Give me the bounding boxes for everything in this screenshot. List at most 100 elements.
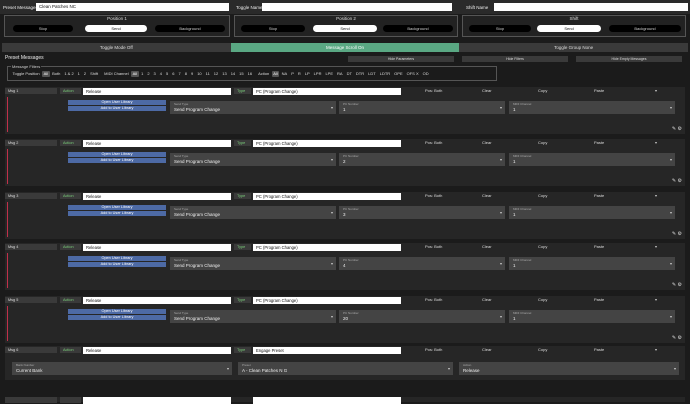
copy-button[interactable]: Copy bbox=[538, 244, 547, 250]
add-to-user-library-button[interactable]: Add to User Library bbox=[68, 106, 166, 111]
position-select[interactable]: Pos: Both bbox=[425, 193, 442, 199]
shift-name-field[interactable] bbox=[494, 3, 688, 11]
hide-filters-button[interactable]: Hide Filters bbox=[462, 56, 568, 62]
pencil-icon[interactable]: ✎ bbox=[672, 282, 676, 288]
chevron-down-icon[interactable]: ▾ bbox=[655, 193, 657, 199]
midi-channel-chip[interactable]: 10 bbox=[196, 71, 203, 77]
paste-button[interactable]: Paste bbox=[594, 297, 604, 303]
paste-button[interactable]: Paste bbox=[594, 88, 604, 94]
pencil-icon[interactable]: ✎ bbox=[672, 335, 676, 341]
copy-button[interactable]: Copy bbox=[538, 347, 547, 353]
copy-button[interactable]: Copy bbox=[538, 297, 547, 303]
pc-number-dropdown[interactable]: PC Number 3 ▾ bbox=[339, 206, 505, 219]
midi-channel-dropdown[interactable]: MIDI Channel 1 ▾ bbox=[509, 153, 675, 166]
message-scroll-button[interactable]: Message Scroll On bbox=[230, 43, 460, 52]
position-select[interactable]: Pos: Both bbox=[425, 297, 442, 303]
type-field[interactable]: PC (Program Change) bbox=[253, 296, 401, 304]
action-field[interactable]: Release bbox=[83, 192, 231, 200]
pc-number-dropdown[interactable]: PC Number 4 ▾ bbox=[339, 257, 505, 270]
position-2-background[interactable]: Background bbox=[383, 25, 453, 32]
hide-parameters-button[interactable]: Hide Parameters bbox=[348, 56, 454, 62]
send-type-dropdown[interactable]: Send Type Send Program Change ▾ bbox=[170, 206, 336, 219]
open-user-library-button[interactable]: Open User Library bbox=[68, 100, 166, 105]
pencil-icon[interactable]: ✎ bbox=[672, 178, 676, 184]
copy-button[interactable]: Copy bbox=[538, 193, 547, 199]
midi-channel-chip[interactable]: 5 bbox=[165, 71, 170, 77]
midi-channel-chip[interactable]: 9 bbox=[189, 71, 194, 77]
position-select[interactable]: Pos: Both bbox=[425, 140, 442, 146]
toggle-name-field[interactable] bbox=[262, 3, 452, 11]
position-1-stop[interactable]: Stop bbox=[13, 25, 73, 32]
clear-button[interactable]: Clear bbox=[482, 244, 492, 250]
action-filter-chip[interactable]: P bbox=[290, 71, 296, 77]
position-2-send[interactable]: Send bbox=[313, 25, 377, 32]
action-filter-chip[interactable]: LPR bbox=[312, 71, 323, 77]
toggle-position-chip[interactable]: All bbox=[42, 71, 50, 77]
chevron-down-icon[interactable]: ▾ bbox=[655, 244, 657, 250]
copy-button[interactable]: Copy bbox=[538, 140, 547, 146]
pc-number-dropdown[interactable]: PC Number 1 ▾ bbox=[339, 101, 505, 114]
clear-button[interactable]: Clear bbox=[482, 297, 492, 303]
action-filter-chip[interactable]: LDTR bbox=[378, 71, 391, 77]
engage-action-dropdown[interactable]: Action Release ▾ bbox=[459, 362, 679, 375]
type-field[interactable]: PC (Program Change) bbox=[253, 243, 401, 251]
midi-channel-chip[interactable]: All bbox=[131, 71, 139, 77]
action-filter-chip[interactable]: LPE bbox=[324, 71, 335, 77]
midi-channel-chip[interactable]: 4 bbox=[158, 71, 163, 77]
type-field[interactable]: PC (Program Change) bbox=[253, 192, 401, 200]
toggle-position-chip[interactable]: 1 bbox=[76, 71, 81, 77]
send-type-dropdown[interactable]: Send Type Send Program Change ▾ bbox=[170, 101, 336, 114]
toggle-position-chip[interactable]: Shift bbox=[89, 71, 100, 77]
gear-icon[interactable]: ⚙ bbox=[678, 178, 682, 184]
toggle-mode-button[interactable]: Toggle Mode Off bbox=[2, 43, 231, 52]
paste-button[interactable]: Paste bbox=[594, 193, 604, 199]
action-field[interactable]: Release bbox=[83, 296, 231, 304]
clear-button[interactable]: Clear bbox=[482, 140, 492, 146]
type-field[interactable]: Engage Preset bbox=[253, 346, 401, 354]
pc-number-dropdown[interactable]: PC Number 20 ▾ bbox=[339, 310, 505, 323]
midi-channel-chip[interactable]: 2 bbox=[146, 71, 151, 77]
preset-dropdown[interactable]: Preset A - Clean Patches N G ▾ bbox=[238, 362, 453, 375]
toggle-group-button[interactable]: Toggle Group None bbox=[459, 43, 689, 52]
action-filter-chip[interactable]: OD bbox=[421, 71, 430, 77]
pc-number-dropdown[interactable]: PC Number 2 ▾ bbox=[339, 153, 505, 166]
action-filter-chip[interactable]: NA bbox=[280, 71, 289, 77]
open-user-library-button[interactable]: Open User Library bbox=[68, 256, 166, 261]
bank-number-dropdown[interactable]: Bank Number Current Bank ▾ bbox=[12, 362, 232, 375]
toggle-position-chip[interactable]: 1 & 2 bbox=[63, 71, 75, 77]
midi-channel-dropdown[interactable]: MIDI Channel 1 ▾ bbox=[509, 257, 675, 270]
hide-empty-messages-button[interactable]: Hide Empty Messages bbox=[576, 56, 682, 62]
action-filter-chip[interactable]: DTR bbox=[354, 71, 365, 77]
send-type-dropdown[interactable]: Send Type Send Program Change ▾ bbox=[170, 310, 336, 323]
midi-channel-chip[interactable]: 11 bbox=[204, 71, 211, 77]
shift-stop[interactable]: Stop bbox=[469, 25, 531, 32]
action-field[interactable] bbox=[83, 397, 231, 404]
pencil-icon[interactable]: ✎ bbox=[672, 126, 676, 132]
action-filter-chip[interactable]: DT bbox=[345, 71, 353, 77]
action-filter-chip[interactable]: LDT bbox=[367, 71, 378, 77]
type-field[interactable]: PC (Program Change) bbox=[253, 87, 401, 95]
position-1-send[interactable]: Send bbox=[85, 25, 147, 32]
action-field[interactable]: Release bbox=[83, 87, 231, 95]
paste-button[interactable]: Paste bbox=[594, 140, 604, 146]
paste-button[interactable]: Paste bbox=[594, 244, 604, 250]
shift-background[interactable]: Background bbox=[609, 25, 681, 32]
midi-channel-chip[interactable]: 15 bbox=[238, 71, 245, 77]
chevron-down-icon[interactable]: ▾ bbox=[655, 347, 657, 353]
position-select[interactable]: Pos: Both bbox=[425, 244, 442, 250]
chevron-down-icon[interactable]: ▾ bbox=[655, 88, 657, 94]
send-type-dropdown[interactable]: Send Type Send Program Change ▾ bbox=[170, 153, 336, 166]
action-field[interactable]: Release bbox=[83, 346, 231, 354]
midi-channel-chip[interactable]: 7 bbox=[177, 71, 182, 77]
midi-channel-chip[interactable]: 13 bbox=[221, 71, 228, 77]
midi-channel-dropdown[interactable]: MIDI Channel 1 ▾ bbox=[509, 101, 675, 114]
type-field[interactable] bbox=[253, 397, 401, 404]
midi-channel-dropdown[interactable]: MIDI Channel 1 ▾ bbox=[509, 206, 675, 219]
send-type-dropdown[interactable]: Send Type Send Program Change ▾ bbox=[170, 257, 336, 270]
clear-button[interactable]: Clear bbox=[482, 347, 492, 353]
clear-button[interactable]: Clear bbox=[482, 193, 492, 199]
type-field[interactable]: PC (Program Change) bbox=[253, 139, 401, 147]
preset-name-field[interactable]: Clean Patches NC bbox=[36, 3, 229, 11]
gear-icon[interactable]: ⚙ bbox=[678, 126, 682, 132]
open-user-library-button[interactable]: Open User Library bbox=[68, 309, 166, 314]
